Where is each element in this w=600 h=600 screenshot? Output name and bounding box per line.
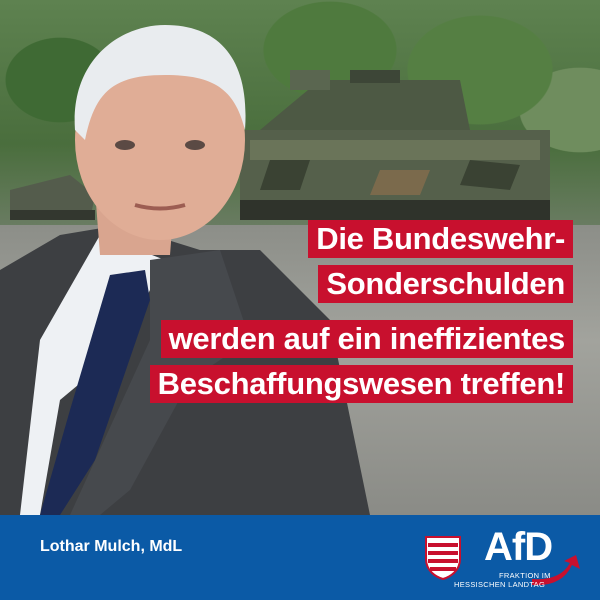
social-post-graphic: Die Bundeswehr- Sonderschulden werden au… (0, 0, 600, 600)
logo-subtitle-line1: FRAKTION IM (499, 571, 551, 580)
hessen-crest-icon (425, 536, 461, 581)
headline-line: Beschaffungswesen treffen! (149, 365, 573, 403)
headline-line: werden auf ein ineffizientes (160, 320, 573, 358)
author-name: Lothar Mulch, MdL (40, 538, 183, 555)
headline-line: Sonderschulden (318, 265, 573, 303)
footer-bar: Lothar Mulch, MdL AfD FRAKTION IM HESSIS… (0, 515, 600, 600)
headline-line: Die Bundeswehr- (308, 220, 573, 258)
logo-subtitle-line2: HESSISCHEN LANDTAG (454, 580, 546, 589)
afd-logo: AfD FRAKTION IM HESSISCHEN LANDTAG (424, 525, 584, 595)
